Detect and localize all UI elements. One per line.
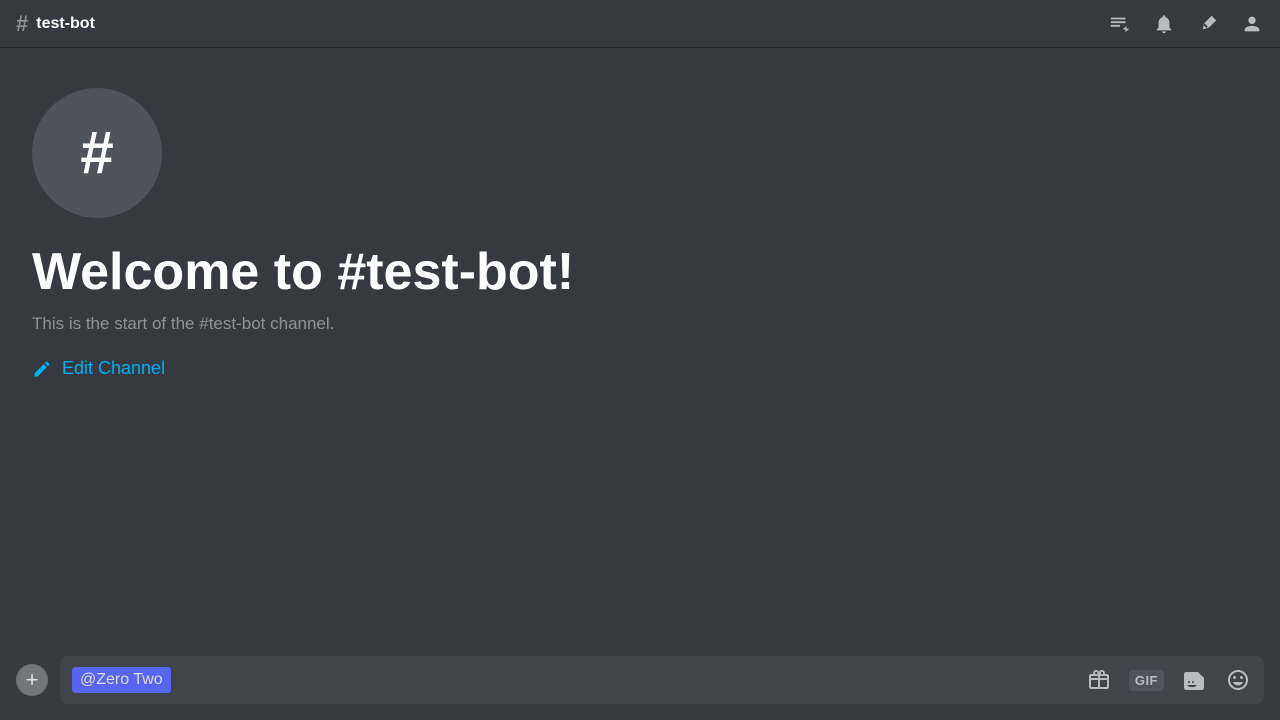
- plus-icon: +: [26, 667, 39, 693]
- welcome-title: Welcome to #test-bot!: [32, 242, 1248, 302]
- header-right: [1108, 12, 1264, 36]
- gift-icon[interactable]: [1085, 666, 1113, 694]
- channel-header: # test-bot: [0, 0, 1280, 48]
- gif-button[interactable]: GIF: [1129, 670, 1164, 691]
- sticker-icon[interactable]: [1180, 666, 1208, 694]
- threads-icon[interactable]: [1108, 12, 1132, 36]
- add-attachment-button[interactable]: +: [16, 664, 48, 696]
- header-hash-icon: #: [16, 11, 28, 37]
- message-bar: + @Zero Two GIF: [0, 640, 1280, 720]
- bell-icon[interactable]: [1152, 12, 1176, 36]
- edit-channel-button[interactable]: Edit Channel: [32, 358, 1248, 379]
- channel-icon-circle: #: [32, 88, 162, 218]
- members-icon[interactable]: [1240, 12, 1264, 36]
- main-content: # Welcome to #test-bot! This is the star…: [0, 48, 1280, 640]
- edit-channel-label: Edit Channel: [62, 358, 165, 379]
- header-channel-name: test-bot: [36, 15, 95, 33]
- channel-icon-hash: #: [80, 123, 113, 183]
- input-right-icons: GIF: [1085, 666, 1252, 694]
- welcome-subtitle: This is the start of the #test-bot chann…: [32, 314, 1248, 334]
- message-input-mention[interactable]: @Zero Two: [72, 667, 171, 693]
- emoji-icon[interactable]: [1224, 666, 1252, 694]
- message-input-wrapper: @Zero Two GIF: [60, 656, 1264, 704]
- pin-icon[interactable]: [1196, 12, 1220, 36]
- edit-icon: [32, 359, 52, 379]
- header-left: # test-bot: [16, 11, 95, 37]
